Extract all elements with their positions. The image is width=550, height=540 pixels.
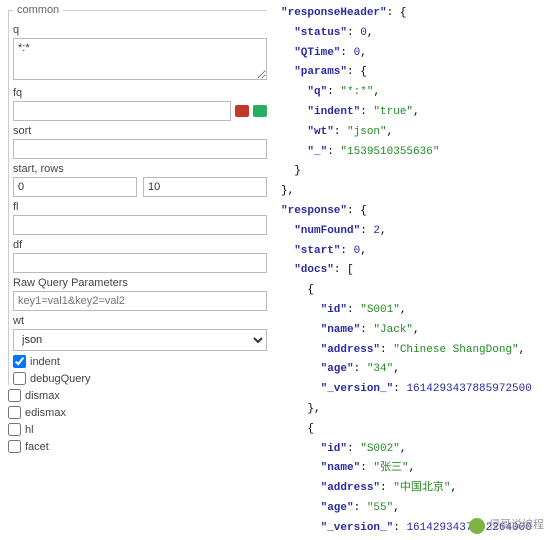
fl-input[interactable] — [13, 215, 267, 235]
edismax-checkbox[interactable] — [8, 406, 21, 419]
common-fieldset: common q fq sort start, rows fl df Raw Q… — [8, 4, 267, 385]
dismax-checkbox[interactable] — [8, 389, 21, 402]
fq-input[interactable] — [13, 101, 231, 121]
add-fq-button[interactable] — [253, 105, 267, 117]
json-output: "responseHeader": { "status": 0, "QTime"… — [281, 4, 544, 540]
indent-label: indent — [30, 356, 60, 368]
df-input[interactable] — [13, 253, 267, 273]
debugquery-label: debugQuery — [30, 373, 91, 385]
fieldset-legend: common — [13, 4, 63, 16]
raw-label: Raw Query Parameters — [13, 277, 267, 289]
watermark-text: 侵哥说编程 — [489, 516, 544, 536]
debugquery-checkbox[interactable] — [13, 372, 26, 385]
fl-label: fl — [13, 201, 267, 213]
query-form-panel: common q fq sort start, rows fl df Raw Q… — [0, 0, 275, 540]
watermark: 侵哥说编程 — [469, 516, 544, 536]
fq-label: fq — [13, 87, 267, 99]
sort-input[interactable] — [13, 139, 267, 159]
start-input[interactable] — [13, 177, 137, 197]
indent-checkbox[interactable] — [13, 355, 26, 368]
edismax-label: edismax — [25, 407, 66, 419]
facet-checkbox[interactable] — [8, 440, 21, 453]
watermark-icon — [469, 518, 485, 534]
remove-fq-button[interactable] — [235, 105, 249, 117]
wt-select[interactable]: json — [13, 329, 267, 351]
q-label: q — [13, 24, 267, 36]
hl-label: hl — [25, 424, 34, 436]
q-input[interactable] — [13, 38, 267, 80]
dismax-label: dismax — [25, 390, 60, 402]
wt-label: wt — [13, 315, 267, 327]
df-label: df — [13, 239, 267, 251]
sort-label: sort — [13, 125, 267, 137]
startrows-label: start, rows — [13, 163, 267, 175]
response-panel: "responseHeader": { "status": 0, "QTime"… — [275, 0, 550, 540]
facet-label: facet — [25, 441, 49, 453]
hl-checkbox[interactable] — [8, 423, 21, 436]
raw-query-input[interactable] — [13, 291, 267, 311]
rows-input[interactable] — [143, 177, 267, 197]
